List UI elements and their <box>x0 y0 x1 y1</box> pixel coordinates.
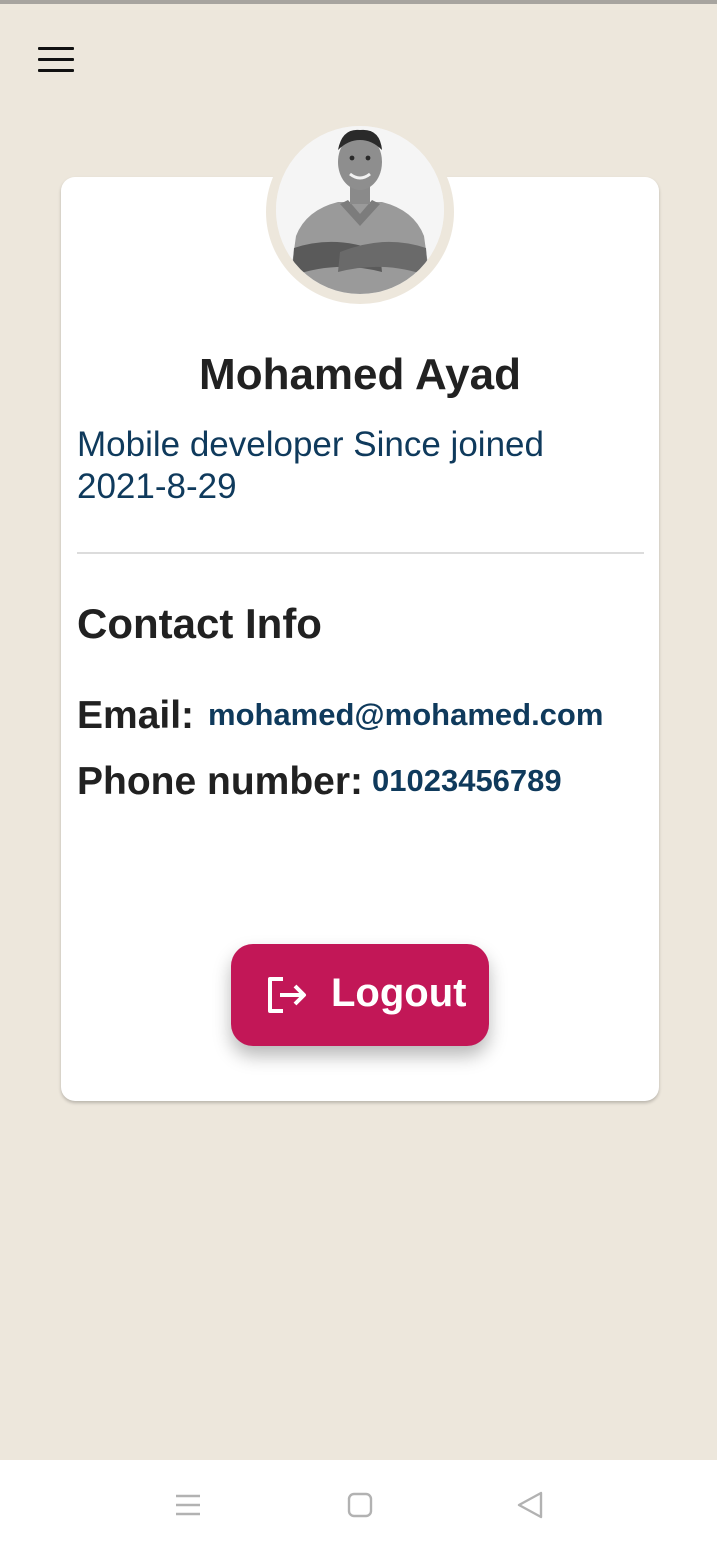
avatar <box>276 126 444 294</box>
hamburger-line <box>38 58 74 61</box>
hamburger-line <box>38 69 74 72</box>
menu-button[interactable] <box>38 47 74 73</box>
top-edge-line <box>0 0 717 4</box>
profile-name: Mohamed Ayad <box>199 350 521 399</box>
phone-value: 01023456789 <box>372 763 562 798</box>
hamburger-menu-icon <box>38 47 74 50</box>
system-navigation-bar <box>0 1460 717 1548</box>
profile-subtitle: Mobile developer Since joined 2021-8-29 <box>77 425 544 506</box>
contact-info-title: Contact Info <box>77 600 322 647</box>
avatar-photo <box>276 126 444 294</box>
recents-icon[interactable] <box>171 1488 205 1522</box>
phone-label: Phone number: <box>77 760 364 803</box>
home-square-icon[interactable] <box>343 1488 377 1522</box>
email-label: Email: <box>77 694 195 737</box>
back-triangle-icon[interactable] <box>513 1488 547 1522</box>
logout-button[interactable]: Logout <box>231 944 489 1046</box>
logout-label: Logout <box>331 971 467 1015</box>
email-value: mohamed@mohamed.com <box>208 697 604 732</box>
logout-icon <box>268 977 306 1013</box>
divider <box>77 552 644 554</box>
